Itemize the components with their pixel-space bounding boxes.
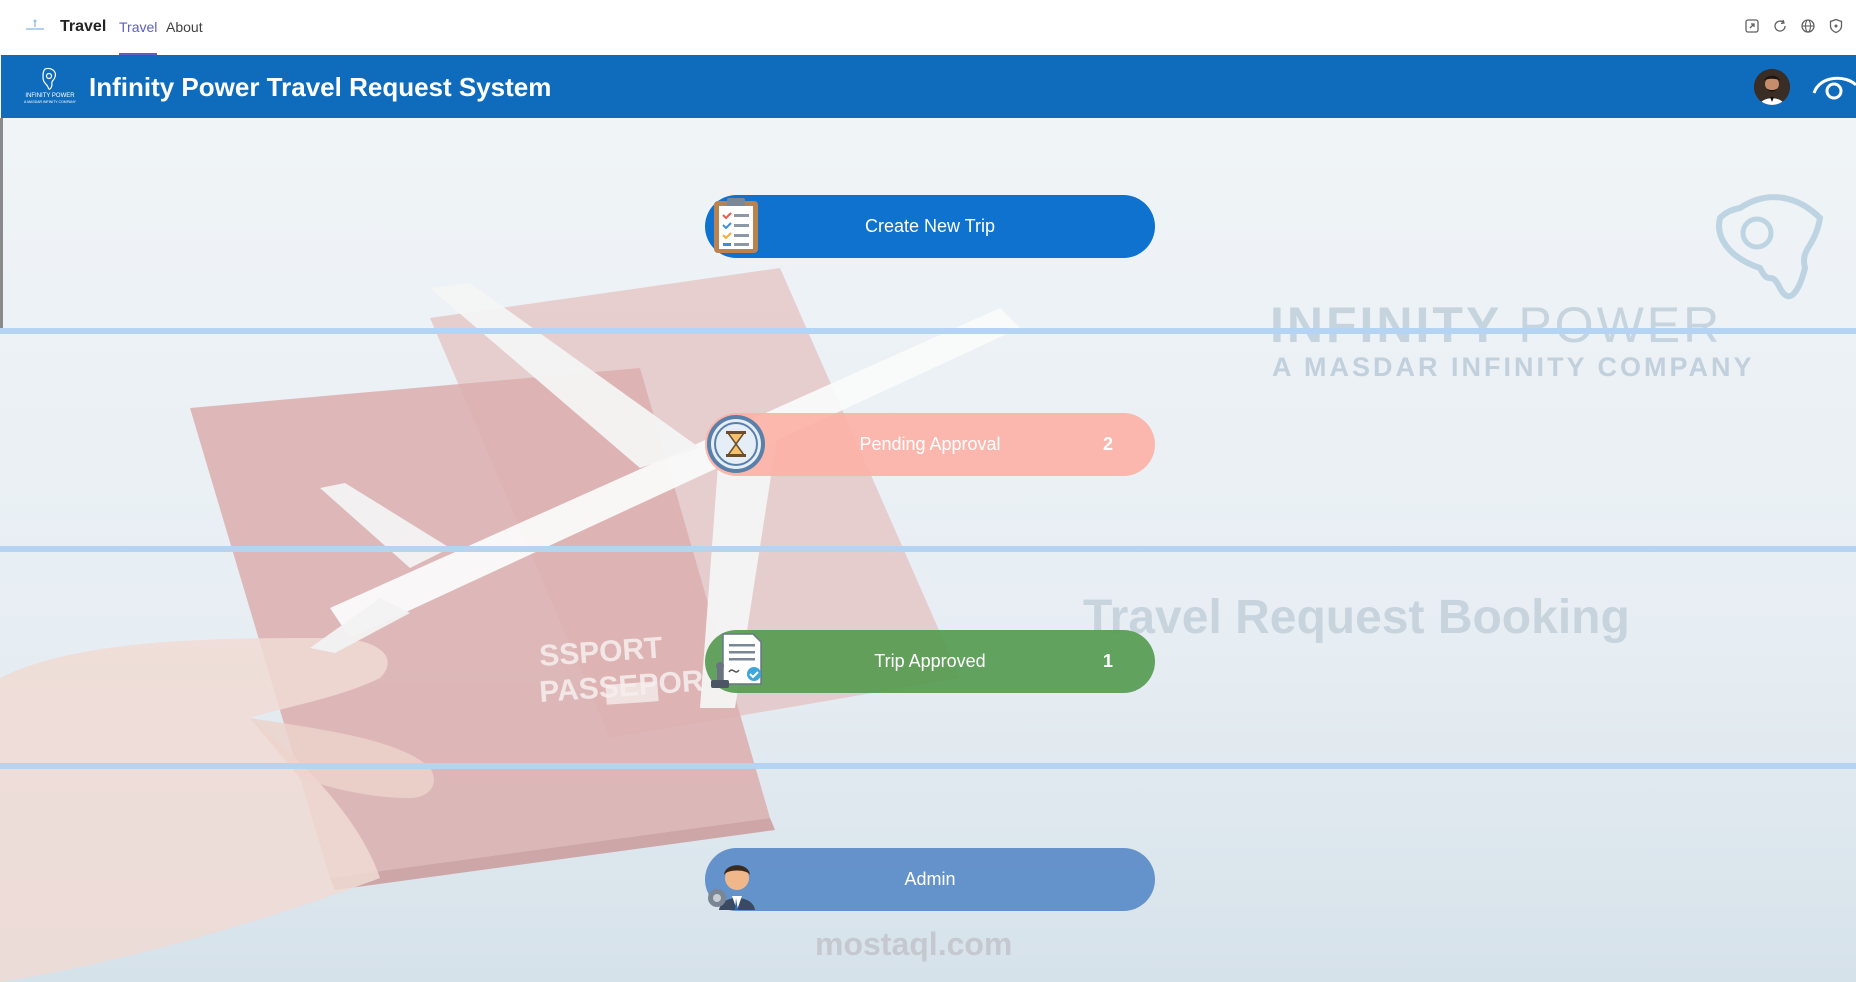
app-logo-icon [26, 19, 44, 30]
admin-label: Admin [904, 869, 956, 889]
logo-text: INFINITY POWER [25, 93, 75, 99]
infinity-power-logo: INFINITY POWER A MASDAR INFINITY COMPANY [24, 67, 77, 104]
admin-user-icon [708, 865, 755, 910]
top-actions [1744, 18, 1844, 34]
app-header: INFINITY POWER A MASDAR INFINITY COMPANY… [1, 55, 1856, 118]
trip-approved-label: Trip Approved [874, 651, 986, 671]
trip-approved-count: 1 [1102, 651, 1113, 671]
avatar[interactable] [1754, 69, 1790, 105]
left-edge [0, 118, 3, 328]
logo-subtext: A MASDAR INFINITY COMPANY [24, 100, 77, 104]
globe-icon[interactable] [1800, 18, 1816, 34]
tab-about[interactable]: About [166, 19, 203, 53]
watermark-company-sub: A MASDAR INFINITY COMPANY [1272, 352, 1755, 382]
section-divider [0, 328, 1856, 334]
page-title: Infinity Power Travel Request System [89, 72, 552, 102]
watermark-tagline: Travel Request Booking [1083, 591, 1630, 644]
pending-approval-button[interactable]: Pending Approval 2 [705, 413, 1155, 476]
watermark-company: INFINITY POWER [1270, 297, 1723, 353]
refresh-icon[interactable] [1772, 18, 1788, 34]
app-top-bar: Travel Travel About [0, 0, 1856, 56]
pending-approval-count: 2 [1102, 434, 1113, 454]
hourglass-icon [707, 415, 765, 473]
watermark-site: mostaql.com [815, 926, 1013, 962]
trip-approved-button[interactable]: Trip Approved 1 [705, 630, 1155, 693]
eye-ring-icon[interactable] [1810, 67, 1856, 107]
app-name: Travel [60, 18, 107, 35]
main-content: SSPORT PASSEPORT INFINITY POWER A MASDAR… [0, 118, 1856, 982]
approved-document-icon [711, 633, 762, 688]
clipboard-checklist-icon [714, 198, 758, 253]
tab-travel[interactable]: Travel [119, 19, 158, 55]
create-new-trip-button[interactable]: Create New Trip [705, 195, 1155, 258]
section-divider [0, 546, 1856, 552]
shield-icon[interactable] [1828, 18, 1844, 34]
section-divider [0, 763, 1856, 769]
create-new-trip-label: Create New Trip [864, 216, 996, 236]
admin-button[interactable]: Admin [705, 848, 1155, 911]
pending-approval-label: Pending Approval [859, 434, 1001, 454]
popout-icon[interactable] [1744, 18, 1760, 34]
